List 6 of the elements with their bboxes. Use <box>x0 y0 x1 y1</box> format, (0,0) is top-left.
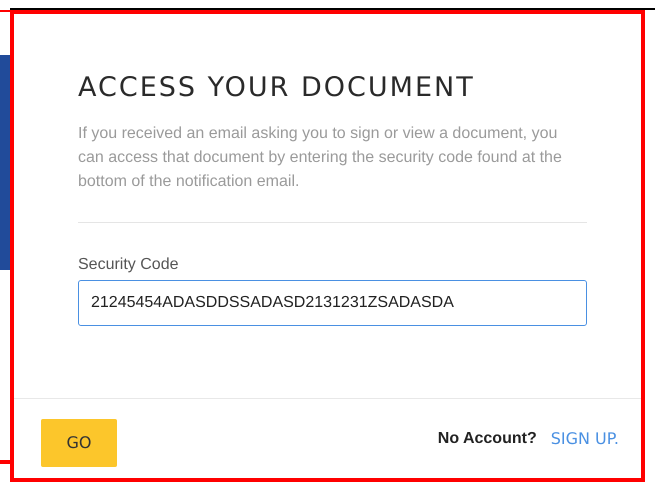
dialog-title: ACCESS YOUR DOCUMENT <box>78 71 476 105</box>
go-button[interactable]: GO <box>41 418 117 466</box>
field-label: Security Code <box>78 255 180 275</box>
security-code-field[interactable]: 21245454ADASDDSSADASD2131231ZSADASDA <box>78 280 587 326</box>
no-account-text: No Account? <box>438 428 537 448</box>
dialog-description: If you received an email asking you to sign or view a document, you can access that document by entering the security code found at the bottom of the notification email. <box>78 124 563 192</box>
